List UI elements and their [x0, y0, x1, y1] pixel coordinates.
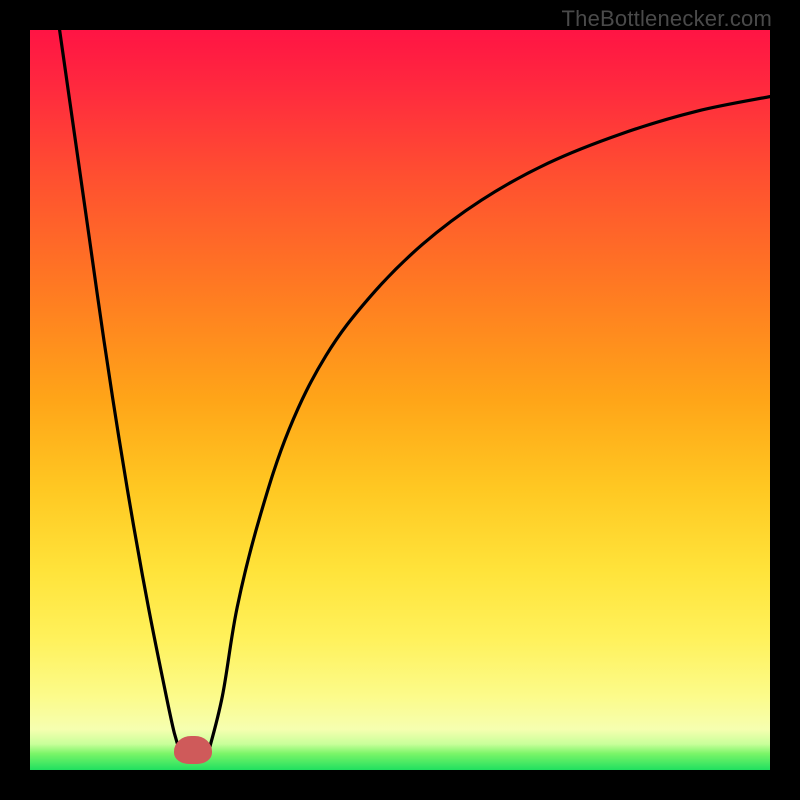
plot-area [30, 30, 770, 770]
watermark-text: TheBottlenecker.com [562, 6, 772, 32]
bottleneck-curve [30, 30, 770, 770]
chart-frame: TheBottlenecker.com [0, 0, 800, 800]
bottleneck-marker [174, 736, 212, 764]
